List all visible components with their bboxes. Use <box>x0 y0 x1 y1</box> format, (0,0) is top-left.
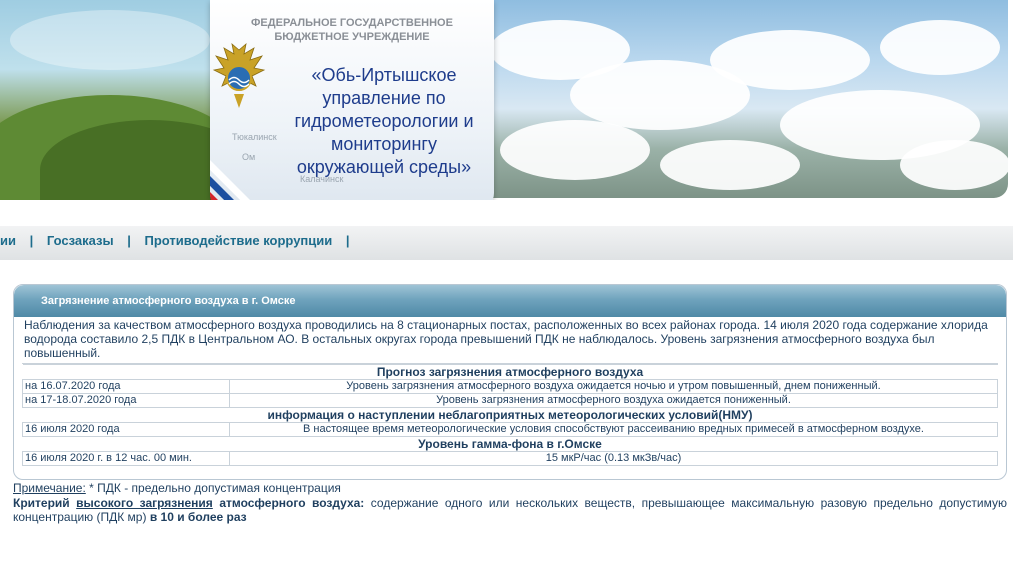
clouds-image <box>480 0 1008 198</box>
nmu-date: 16 июля 2020 года <box>22 422 230 437</box>
note-text: * ПДК - предельно допустимая концентраци… <box>85 481 341 495</box>
table-row: на 16.07.2020 года Уровень загрязнения а… <box>22 379 998 394</box>
pollution-info-table: Прогноз загрязнения атмосферного воздуха… <box>22 364 998 466</box>
criteria-threshold: в 10 и более раз <box>149 510 247 524</box>
table-row: 16 июля 2020 года В настоящее время мете… <box>22 422 998 437</box>
nav-separator: | <box>29 233 34 248</box>
hydromet-emblem-icon <box>212 42 266 108</box>
note-line: Примечание: * ПДК - предельно допустимая… <box>13 481 1007 495</box>
forecast-heading: Прогноз загрязнения атмосферного воздуха <box>22 364 998 380</box>
nav-separator: | <box>345 233 350 248</box>
section-heading-row: Уровень гамма-фона в г.Омске <box>22 436 998 452</box>
section-heading-row: Прогноз загрязнения атмосферного воздуха <box>22 364 998 380</box>
criteria-paragraph: Критерий высокого загрязнения атмосферно… <box>13 496 1007 524</box>
panel-header: Загрязнение атмосферного воздуха в г. Ом… <box>14 285 1006 317</box>
forecast-value: Уровень загрязнения атмосферного воздуха… <box>229 393 998 408</box>
gamma-value: 15 мкР/час (0.13 мкЗв/час) <box>229 451 998 466</box>
panel-title: Загрязнение атмосферного воздуха в г. Ом… <box>41 295 296 307</box>
nav-separator: | <box>127 233 131 248</box>
russian-flag-icon <box>210 150 280 200</box>
nmu-value: В настоящее время метеорологические усло… <box>229 422 998 437</box>
nav-item-truncated[interactable]: ии <box>0 233 16 248</box>
air-pollution-panel: Загрязнение атмосферного воздуха в г. Ом… <box>13 284 1007 480</box>
main-navigation: ии | Госзаказы | Противодействие коррупц… <box>0 226 1013 260</box>
organization-logo-card[interactable]: ФЕДЕРАЛЬНОЕ ГОСУДАРСТВЕННОЕ БЮДЖЕТНОЕ УЧ… <box>210 0 494 200</box>
organization-type: ФЕДЕРАЛЬНОЕ ГОСУДАРСТВЕННОЕ БЮДЖЕТНОЕ УЧ… <box>251 17 453 43</box>
section-heading-row: информация о наступлении неблагоприятных… <box>22 407 998 423</box>
nav-item-goszakazy[interactable]: Госзаказы <box>47 233 114 248</box>
landscape-image <box>0 0 260 200</box>
observations-summary: Наблюдения за качеством атмосферного воз… <box>22 317 998 364</box>
forecast-date: на 16.07.2020 года <box>22 379 230 394</box>
header-banner: ФЕДЕРАЛЬНОЕ ГОСУДАРСТВЕННОЕ БЮДЖЕТНОЕ УЧ… <box>0 0 1013 200</box>
criteria-label: Критерий <box>13 496 70 510</box>
organization-name: «Обь-Иртышское управление по гидрометеор… <box>294 65 474 177</box>
forecast-date: на 17-18.07.2020 года <box>22 393 230 408</box>
criteria-label-2: атмосферного воздуха: <box>219 496 365 510</box>
gamma-heading: Уровень гамма-фона в г.Омске <box>22 436 998 452</box>
gamma-date: 16 июля 2020 г. в 12 час. 00 мин. <box>22 451 230 466</box>
high-pollution-link[interactable]: высокого загрязнения <box>76 496 213 510</box>
nmu-heading: информация о наступлении неблагоприятных… <box>22 407 998 423</box>
note-label: Примечание: <box>13 481 86 495</box>
forecast-value: Уровень загрязнения атмосферного воздуха… <box>229 379 998 394</box>
table-row: 16 июля 2020 г. в 12 час. 00 мин. 15 мкР… <box>22 451 998 466</box>
notes-section: Примечание: * ПДК - предельно допустимая… <box>13 481 1007 524</box>
nav-item-anticorruption[interactable]: Противодействие коррупции <box>144 233 332 248</box>
table-row: на 17-18.07.2020 года Уровень загрязнени… <box>22 393 998 408</box>
